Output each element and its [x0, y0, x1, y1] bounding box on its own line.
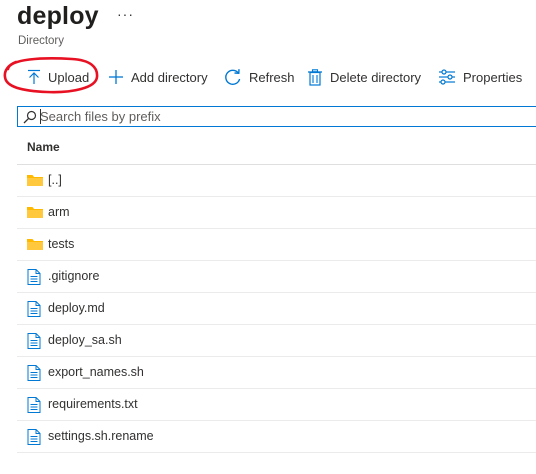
- item-name: requirements.txt: [48, 397, 138, 411]
- list-item[interactable]: .gitignore: [17, 261, 536, 293]
- column-header-label: Name: [27, 140, 60, 154]
- properties-button[interactable]: Properties: [438, 62, 522, 92]
- list-item[interactable]: settings.sh.rename: [17, 421, 536, 453]
- list-item[interactable]: deploy.md: [17, 293, 536, 325]
- file-icon: [27, 333, 41, 349]
- properties-icon: [439, 69, 455, 85]
- page-title: deploy: [17, 2, 99, 30]
- file-icon: [27, 269, 41, 285]
- list-item[interactable]: tests: [17, 229, 536, 261]
- page-subtitle: Directory: [18, 35, 65, 47]
- item-name: arm: [48, 205, 70, 219]
- delete-directory-button[interactable]: Delete directory: [307, 62, 421, 92]
- item-name: tests: [48, 237, 75, 251]
- refresh-button[interactable]: Refresh: [224, 62, 295, 92]
- upload-button[interactable]: Upload: [27, 62, 89, 92]
- command-bar: Upload Add directory Refresh Delete dire…: [0, 62, 536, 92]
- upload-label: Upload: [48, 69, 90, 85]
- more-options-button[interactable]: ···: [117, 6, 134, 22]
- file-list: [..] arm tests .gitignore deploy.md depl…: [17, 165, 536, 453]
- folder-icon: [27, 207, 43, 218]
- item-name: .gitignore: [48, 269, 100, 283]
- column-header-name[interactable]: Name: [17, 131, 536, 165]
- item-name: settings.sh.rename: [48, 429, 154, 443]
- add-icon: [109, 70, 123, 84]
- file-icon: [27, 301, 41, 317]
- search-input[interactable]: [40, 107, 520, 126]
- properties-label: Properties: [463, 69, 523, 85]
- file-icon: [27, 365, 41, 381]
- list-item[interactable]: [..]: [17, 165, 536, 197]
- search-box[interactable]: [17, 106, 536, 127]
- folder-icon: [27, 239, 43, 250]
- item-name: [..]: [48, 173, 62, 187]
- upload-icon: [28, 69, 40, 84]
- item-name: deploy_sa.sh: [48, 333, 122, 347]
- add-directory-button[interactable]: Add directory: [108, 62, 208, 92]
- trash-icon: [308, 68, 322, 86]
- search-icon: [23, 110, 37, 124]
- list-item[interactable]: requirements.txt: [17, 389, 536, 421]
- delete-directory-label: Delete directory: [330, 69, 422, 85]
- item-name: export_names.sh: [48, 365, 144, 379]
- item-name: deploy.md: [48, 301, 105, 315]
- list-item[interactable]: arm: [17, 197, 536, 229]
- refresh-icon: [225, 69, 241, 85]
- file-icon: [27, 397, 41, 413]
- list-item[interactable]: export_names.sh: [17, 357, 536, 389]
- refresh-label: Refresh: [249, 69, 295, 85]
- list-item[interactable]: deploy_sa.sh: [17, 325, 536, 357]
- folder-icon: [27, 175, 43, 186]
- file-icon: [27, 429, 41, 445]
- add-directory-label: Add directory: [131, 69, 208, 85]
